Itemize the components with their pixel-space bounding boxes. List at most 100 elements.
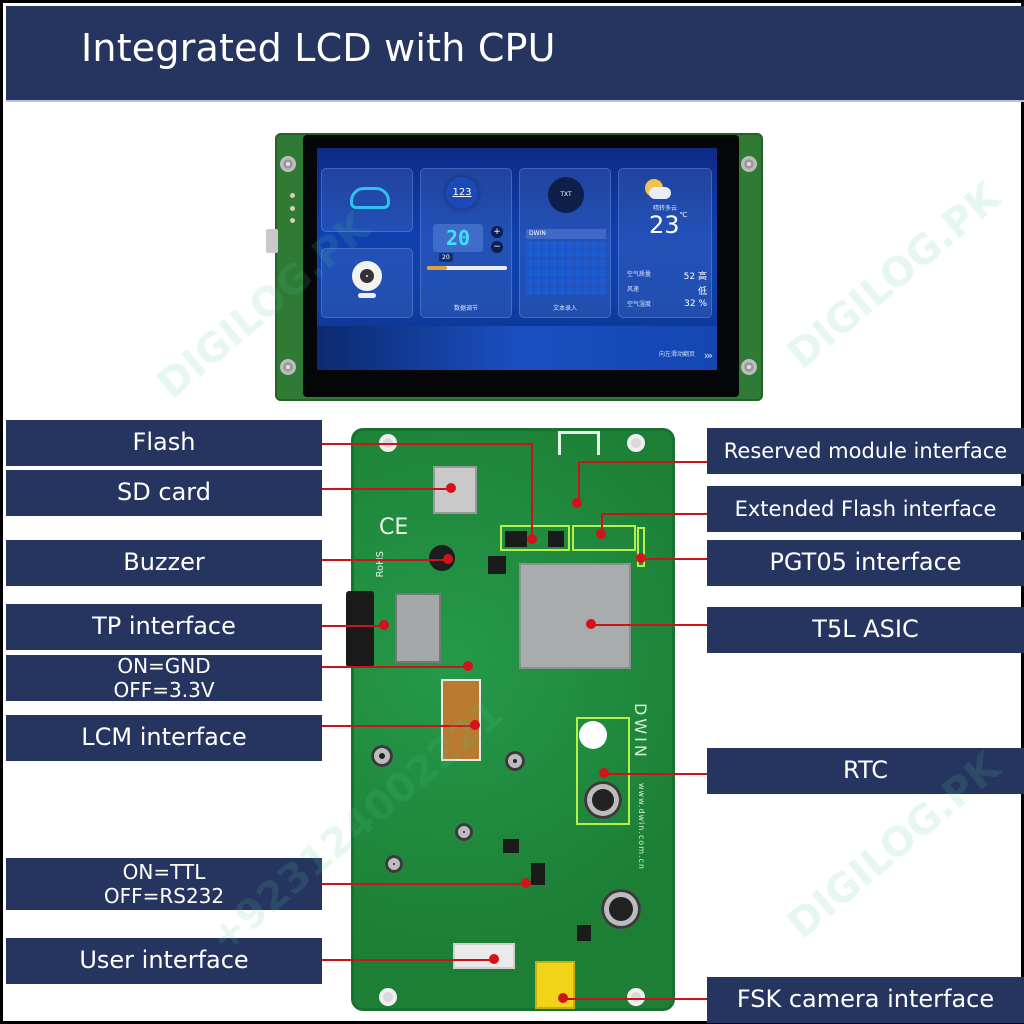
capacitor bbox=[601, 889, 641, 929]
keyboard-key[interactable] bbox=[574, 277, 582, 286]
mounting-hole bbox=[379, 988, 397, 1006]
temperature-unit: ℃ bbox=[679, 211, 688, 219]
keyboard-key[interactable] bbox=[558, 268, 566, 277]
weather-card[interactable]: 晴转多云 23℃ 空气质量 52 高 风速低 空气湿度 32 % bbox=[618, 168, 712, 318]
keyboard-key[interactable] bbox=[566, 250, 574, 259]
camera-card[interactable] bbox=[321, 248, 413, 318]
keyboard-key[interactable] bbox=[558, 259, 566, 268]
keyboard-key[interactable] bbox=[590, 268, 598, 277]
keyboard-key[interactable] bbox=[534, 286, 542, 295]
keyboard-key[interactable] bbox=[590, 277, 598, 286]
brand-silkscreen: DWIN bbox=[631, 703, 650, 760]
keyboard-key[interactable] bbox=[550, 277, 558, 286]
increment-button[interactable]: + bbox=[491, 226, 503, 238]
callout-dot bbox=[489, 954, 499, 964]
keyboard-key[interactable] bbox=[534, 241, 542, 250]
keyboard-key[interactable] bbox=[526, 286, 534, 295]
callout-dot bbox=[443, 554, 453, 564]
keyboard-key[interactable] bbox=[558, 286, 566, 295]
callout-dot bbox=[527, 534, 537, 544]
keyboard-key[interactable] bbox=[582, 259, 590, 268]
side-connector bbox=[266, 229, 278, 253]
pin bbox=[290, 218, 295, 223]
keyboard-key[interactable] bbox=[598, 259, 606, 268]
keyboard-key[interactable] bbox=[598, 277, 606, 286]
keyboard-key[interactable] bbox=[598, 286, 606, 295]
keyboard-key[interactable] bbox=[526, 259, 534, 268]
keyboard-key[interactable] bbox=[574, 286, 582, 295]
text-field[interactable]: DWIN bbox=[526, 229, 606, 239]
t5l-asic-shield bbox=[519, 563, 631, 669]
cloud-card[interactable] bbox=[321, 168, 413, 232]
keyboard-key[interactable] bbox=[542, 241, 550, 250]
callout-text: OFF=3.3V bbox=[113, 678, 215, 702]
leader-line bbox=[563, 998, 707, 1000]
keyboard-key[interactable] bbox=[526, 277, 534, 286]
keyboard-key[interactable] bbox=[558, 277, 566, 286]
keyboard-key[interactable] bbox=[558, 250, 566, 259]
callout-dot bbox=[586, 619, 596, 629]
keyboard-key[interactable] bbox=[566, 277, 574, 286]
leader-line bbox=[322, 959, 494, 961]
row-value: 32 % bbox=[684, 299, 707, 309]
keyboard-key[interactable] bbox=[534, 277, 542, 286]
onscreen-keyboard[interactable] bbox=[526, 241, 606, 295]
callout-dot bbox=[572, 498, 582, 508]
keyboard-key[interactable] bbox=[582, 277, 590, 286]
keyboard-key[interactable] bbox=[526, 268, 534, 277]
keyboard-key[interactable] bbox=[590, 259, 598, 268]
page: Integrated LCD with CPU 123 20 + − 20 数据… bbox=[0, 0, 1024, 1024]
keyboard-key[interactable] bbox=[574, 241, 582, 250]
keyboard-key[interactable] bbox=[542, 259, 550, 268]
keyboard-key[interactable] bbox=[590, 286, 598, 295]
keyboard-key[interactable] bbox=[574, 268, 582, 277]
keyboard-key[interactable] bbox=[590, 250, 598, 259]
keyboard-key[interactable] bbox=[534, 259, 542, 268]
keyboard-key[interactable] bbox=[534, 268, 542, 277]
callout-dot bbox=[596, 529, 606, 539]
keyboard-key[interactable] bbox=[550, 250, 558, 259]
keyboard-key[interactable] bbox=[582, 286, 590, 295]
keyboard-key[interactable] bbox=[542, 286, 550, 295]
callout-t5l-asic: T5L ASIC bbox=[707, 607, 1024, 653]
page-title: Integrated LCD with CPU bbox=[81, 26, 556, 70]
keyboard-key[interactable] bbox=[590, 241, 598, 250]
temperature-value: 23 bbox=[649, 211, 680, 239]
keyboard-key[interactable] bbox=[550, 241, 558, 250]
decrement-button[interactable]: − bbox=[491, 241, 503, 253]
data-adjust-card[interactable]: 123 20 + − 20 数据调节 bbox=[420, 168, 512, 318]
keyboard-key[interactable] bbox=[582, 241, 590, 250]
keyboard-key[interactable] bbox=[598, 241, 606, 250]
keyboard-key[interactable] bbox=[542, 250, 550, 259]
swipe-hint: 向左滑动翻页 bbox=[658, 351, 695, 358]
ce-mark: CE bbox=[379, 515, 409, 540]
keyboard-key[interactable] bbox=[558, 241, 566, 250]
keyboard-key[interactable] bbox=[574, 250, 582, 259]
keyboard-key[interactable] bbox=[542, 277, 550, 286]
keyboard-key[interactable] bbox=[566, 268, 574, 277]
keyboard-key[interactable] bbox=[526, 250, 534, 259]
mounting-hole bbox=[280, 156, 296, 172]
callout-dot bbox=[558, 993, 568, 1003]
row-value: 低 bbox=[697, 287, 707, 297]
keyboard-key[interactable] bbox=[534, 250, 542, 259]
keyboard-key[interactable] bbox=[566, 259, 574, 268]
text-input-card[interactable]: TXT DWIN 文本录入 bbox=[519, 168, 611, 318]
keyboard-key[interactable] bbox=[526, 241, 534, 250]
keyboard-key[interactable] bbox=[550, 259, 558, 268]
chevrons-right-icon[interactable]: ››› bbox=[704, 349, 713, 362]
keyboard-key[interactable] bbox=[550, 286, 558, 295]
keyboard-key[interactable] bbox=[598, 250, 606, 259]
leader-line bbox=[322, 625, 384, 627]
keyboard-key[interactable] bbox=[566, 286, 574, 295]
keyboard-key[interactable] bbox=[550, 268, 558, 277]
slider-value-tooltip: 20 bbox=[439, 253, 453, 262]
keyboard-key[interactable] bbox=[582, 268, 590, 277]
keyboard-key[interactable] bbox=[542, 268, 550, 277]
keyboard-key[interactable] bbox=[582, 250, 590, 259]
keyboard-key[interactable] bbox=[598, 268, 606, 277]
webcam-base bbox=[358, 293, 376, 298]
keyboard-key[interactable] bbox=[566, 241, 574, 250]
value-slider[interactable] bbox=[427, 266, 507, 270]
keyboard-key[interactable] bbox=[574, 259, 582, 268]
